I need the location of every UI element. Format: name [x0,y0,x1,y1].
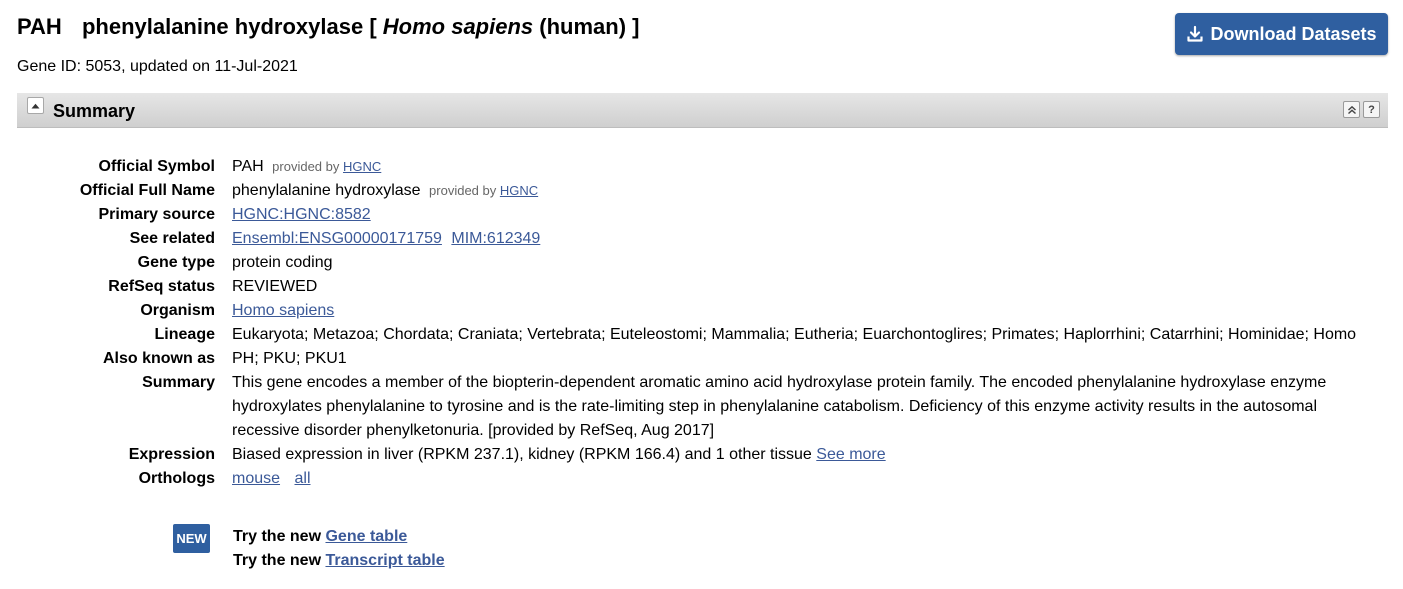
summary-section-title: Summary [53,101,136,121]
row-primary-source: Primary source HGNC:HGNC:8582 [0,203,1403,227]
bracket-open: [ [369,14,377,39]
official-full-name-value: phenylalanine hydroxylase [232,182,421,199]
summary-label: Summary [142,374,215,391]
expression-value: Biased expression in liver (RPKM 237.1),… [232,446,812,463]
see-related-label: See related [129,230,215,247]
mouse-ortholog-link[interactable]: mouse [232,470,280,487]
row-also-known-as: Also known as PH; PKU; PKU1 [0,347,1403,371]
row-see-related: See related Ensembl:ENSG00000171759 MIM:… [0,227,1403,251]
gene-symbol: PAH [17,14,62,39]
mim-link[interactable]: MIM:612349 [451,230,540,247]
provided-by-text: provided by HGNC [272,159,382,174]
row-lineage: Lineage Eukaryota; Metazoa; Chordata; Cr… [0,323,1403,347]
download-icon [1187,25,1204,42]
provided-by-text: provided by HGNC [429,183,539,198]
official-symbol-value: PAH [232,158,264,175]
help-icon[interactable]: ? [1363,101,1380,118]
row-official-full-name: Official Full Name phenylalanine hydroxy… [0,179,1403,203]
organism-common: (human) [539,14,627,39]
summary-details: Official Symbol PAH provided by HGNC Off… [0,155,1403,491]
primary-source-link[interactable]: HGNC:HGNC:8582 [232,206,371,223]
refseq-status-value: REVIEWED [232,278,318,295]
also-known-as-label: Also known as [102,350,215,367]
row-expression: Expression Biased expression in liver (R… [0,443,1403,467]
primary-source-label: Primary source [98,206,215,223]
transcript-table-link[interactable]: Transcript table [325,552,444,569]
row-official-symbol: Official Symbol PAH provided by HGNC [0,155,1403,179]
hgnc-link[interactable]: HGNC [500,183,538,198]
hgnc-link[interactable]: HGNC [343,159,381,174]
lineage-value: Eukaryota; Metazoa; Chordata; Craniata; … [232,326,1357,343]
refseq-status-label: RefSeq status [108,278,215,295]
row-summary: Summary This gene encodes a member of th… [0,371,1403,443]
gene-table-link[interactable]: Gene table [325,528,407,545]
download-label: Download Datasets [1210,23,1377,44]
download-datasets-button[interactable]: Download Datasets [1175,13,1388,55]
try-gene-table: Try the new Gene table [233,528,408,545]
orthologs-label: Orthologs [138,470,215,487]
scroll-top-icon[interactable] [1343,101,1360,118]
new-badge: NEW [173,524,210,553]
expression-label: Expression [128,446,215,463]
organism-label: Organism [140,302,215,319]
row-gene-type: Gene type protein coding [0,251,1403,275]
gene-type-label: Gene type [137,254,215,271]
row-orthologs: Orthologs mouse all [0,467,1403,491]
official-full-name-label: Official Full Name [79,182,215,199]
all-orthologs-link[interactable]: all [294,470,310,487]
bracket-close: ] [632,14,640,39]
see-more-link[interactable]: See more [816,446,885,463]
row-refseq-status: RefSeq status REVIEWED [0,275,1403,299]
ensembl-link[interactable]: Ensembl:ENSG00000171759 [232,230,442,247]
organism-scientific: Homo sapiens [382,14,534,39]
summary-section-header: Summary ? [17,93,1388,128]
gene-type-value: protein coding [232,254,333,271]
summary-value: This gene encodes a member of the biopte… [232,374,1327,439]
also-known-as-value: PH; PKU; PKU1 [232,350,347,367]
collapse-up-icon[interactable] [27,97,44,114]
official-symbol-label: Official Symbol [98,158,215,175]
gene-id-line: Gene ID: 5053, updated on 11-Jul-2021 [17,58,298,75]
row-organism: Organism Homo sapiens [0,299,1403,323]
lineage-label: Lineage [154,326,215,343]
gene-name: phenylalanine hydroxylase [81,14,364,39]
try-transcript-table: Try the new Transcript table [233,552,445,569]
organism-link[interactable]: Homo sapiens [232,302,334,319]
page-title: PAH phenylalanine hydroxylase [ Homo sap… [17,13,639,41]
